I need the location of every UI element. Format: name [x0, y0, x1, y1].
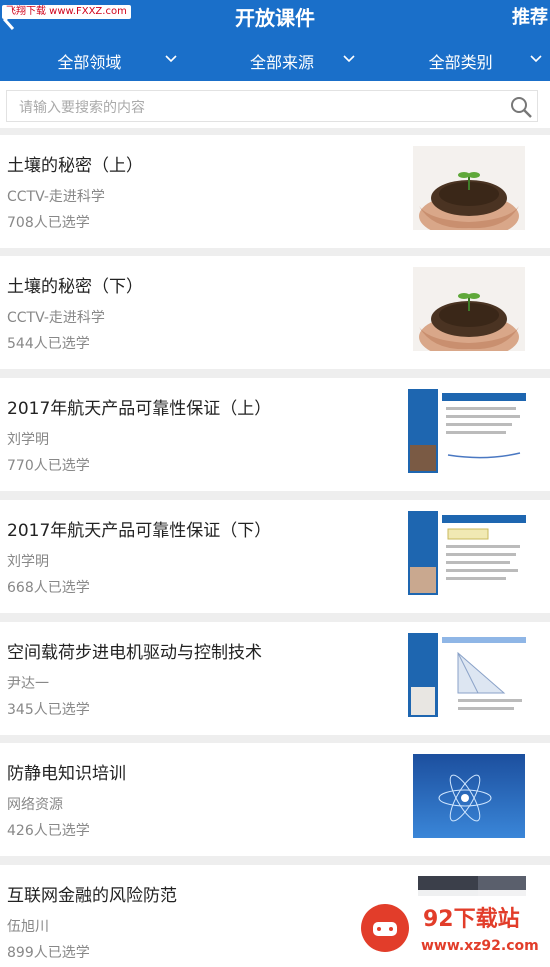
filter-bar: 全部领域 全部来源 全部类别	[0, 40, 550, 81]
watermark-url: www.xz92.com	[421, 938, 539, 954]
course-learners: 426人已选学	[7, 823, 90, 839]
course-source: CCTV-走进科学	[7, 189, 105, 205]
course-item[interactable]: 2017年航天产品可靠性保证（上） 刘学明 770人已选学	[0, 378, 550, 491]
course-item[interactable]: 防静电知识培训 网络资源 426人已选学	[0, 743, 550, 856]
filter-label: 全部领域	[57, 52, 122, 72]
soil-hands-thumbnail	[413, 146, 525, 230]
course-title: 2017年航天产品可靠性保证（下）	[7, 521, 272, 541]
site-logo-watermark: 92下载站 www.xz92.com	[355, 890, 550, 967]
lecture-slide-thumbnail	[408, 389, 530, 473]
course-learners: 668人已选学	[7, 580, 90, 596]
course-source: 刘学明	[7, 432, 49, 448]
search-input[interactable]: 请输入要搜索的内容	[6, 90, 538, 122]
recommend-button[interactable]: 推荐	[512, 0, 548, 36]
search-placeholder: 请输入要搜索的内容	[19, 100, 145, 116]
filter-category[interactable]: 全部类别	[371, 40, 550, 81]
search-icon[interactable]	[509, 95, 533, 119]
filter-domain[interactable]: 全部领域	[0, 40, 193, 81]
course-title: 土壤的秘密（上）	[7, 156, 143, 176]
filter-source[interactable]: 全部来源	[193, 40, 372, 81]
course-item[interactable]: 土壤的秘密（上） CCTV-走进科学 708人已选学	[0, 135, 550, 248]
course-item[interactable]: 空间载荷步进电机驱动与控制技术 尹达一 345人已选学	[0, 622, 550, 735]
watermark-brand: 92下载站	[423, 906, 520, 932]
lecture-slide-thumbnail	[408, 511, 530, 595]
chevron-down-icon	[343, 55, 355, 63]
course-title: 防静电知识培训	[7, 764, 126, 784]
course-learners: 544人已选学	[7, 336, 90, 352]
lecture-slide-thumbnail	[408, 633, 530, 717]
chevron-down-icon	[165, 55, 177, 63]
course-learners: 345人已选学	[7, 702, 90, 718]
course-item[interactable]: 土壤的秘密（下） CCTV-走进科学 544人已选学	[0, 256, 550, 369]
course-source: 伍旭川	[7, 919, 49, 935]
course-title: 空间载荷步进电机驱动与控制技术	[7, 643, 262, 663]
course-item[interactable]: 2017年航天产品可靠性保证（下） 刘学明 668人已选学	[0, 500, 550, 613]
search-bar: 请输入要搜索的内容	[0, 81, 550, 128]
course-learners: 770人已选学	[7, 458, 90, 474]
course-title: 土壤的秘密（下）	[7, 277, 143, 297]
course-title: 互联网金融的风险防范	[7, 886, 177, 906]
course-title: 2017年航天产品可靠性保证（上）	[7, 399, 272, 419]
course-learners: 899人已选学	[7, 945, 90, 961]
filter-label: 全部来源	[250, 52, 315, 72]
course-learners: 708人已选学	[7, 215, 90, 231]
course-source: 尹达一	[7, 676, 49, 692]
filter-label: 全部类别	[428, 52, 493, 72]
course-source: 刘学明	[7, 554, 49, 570]
course-source: 网络资源	[7, 797, 63, 813]
page-title: 开放课件	[235, 6, 315, 30]
app-header: 飞翔下载 www.FXXZ.com 开放课件 推荐	[0, 0, 550, 40]
course-source: CCTV-走进科学	[7, 310, 105, 326]
chevron-down-icon	[530, 55, 542, 63]
atom-graphic-thumbnail	[413, 754, 525, 838]
soil-hands-thumbnail	[413, 267, 525, 351]
